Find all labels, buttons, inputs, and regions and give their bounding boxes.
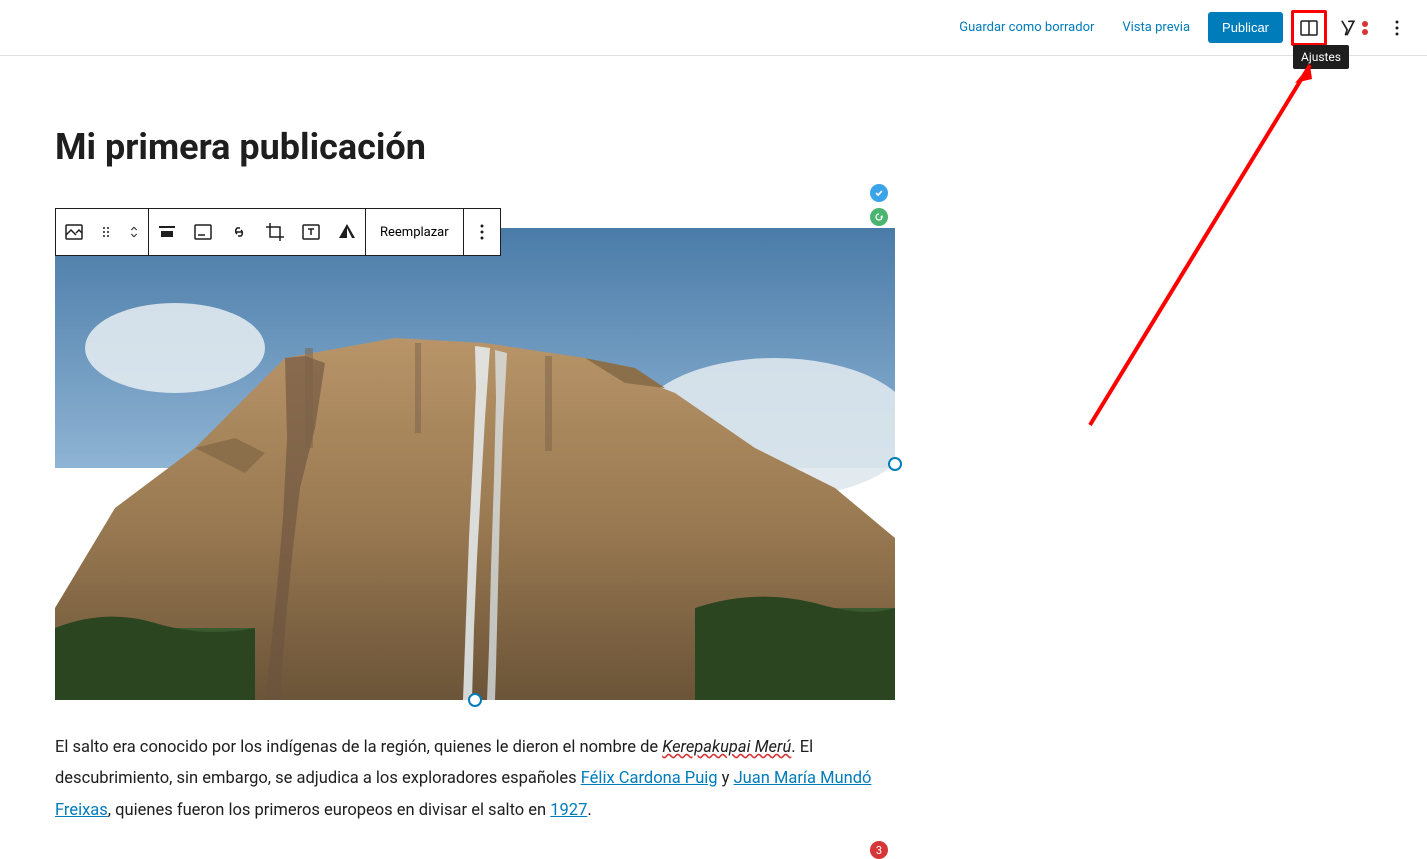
- waterfall-image: [55, 228, 895, 700]
- duotone-button[interactable]: [329, 209, 365, 255]
- text-overlay-icon: [299, 220, 323, 244]
- resize-handle-bottom[interactable]: [468, 693, 482, 707]
- yoast-icon: [1338, 18, 1358, 38]
- text-overlay-button[interactable]: [293, 209, 329, 255]
- link-button[interactable]: [221, 209, 257, 255]
- more-options-button[interactable]: [1379, 10, 1415, 46]
- image-block-toolbar: Reemplazar: [55, 208, 501, 256]
- publish-button[interactable]: Publicar: [1208, 12, 1283, 43]
- yoast-button[interactable]: [1335, 10, 1371, 46]
- resize-handle-right[interactable]: [888, 457, 902, 471]
- text-segment: y: [718, 769, 734, 788]
- text-segment: El salto era conocido por los indígenas …: [55, 738, 662, 757]
- image-block[interactable]: [55, 228, 895, 700]
- crop-button[interactable]: [257, 209, 293, 255]
- crop-icon: [263, 220, 287, 244]
- more-vertical-icon: [470, 220, 494, 244]
- drag-handle[interactable]: [92, 209, 120, 255]
- sidebar-panel-icon: [1297, 16, 1321, 40]
- check-badge[interactable]: [870, 184, 888, 202]
- editor-content: Mi primera publicación: [0, 56, 1427, 826]
- settings-button[interactable]: [1291, 10, 1327, 46]
- align-icon: [155, 220, 179, 244]
- post-title[interactable]: Mi primera publicación: [55, 126, 1427, 168]
- caption-button[interactable]: [185, 209, 221, 255]
- chevron-up-down-icon: [126, 222, 142, 242]
- error-count-badge[interactable]: 3: [870, 841, 888, 859]
- replace-button[interactable]: Reemplazar: [366, 209, 463, 255]
- preview-link[interactable]: Vista previa: [1112, 14, 1200, 41]
- align-button[interactable]: [149, 209, 185, 255]
- spellcheck-term: Kerepakupai Merú: [662, 738, 791, 757]
- caption-icon: [191, 220, 215, 244]
- status-badges: [870, 184, 888, 226]
- more-vertical-icon: [1385, 16, 1409, 40]
- check-icon: [874, 188, 884, 198]
- duotone-icon: [335, 220, 359, 244]
- text-segment: , quienes fueron los primeros europeos e…: [108, 801, 550, 820]
- yoast-indicators: [1362, 21, 1368, 35]
- block-more-button[interactable]: [464, 209, 500, 255]
- image-icon: [62, 220, 86, 244]
- grammarly-icon: [873, 211, 885, 223]
- link-icon: [227, 220, 251, 244]
- move-buttons[interactable]: [120, 209, 148, 255]
- link-year[interactable]: 1927: [550, 801, 587, 820]
- editor-top-bar: Guardar como borrador Vista previa Publi…: [0, 0, 1427, 56]
- save-draft-link[interactable]: Guardar como borrador: [949, 14, 1104, 41]
- block-type-button[interactable]: [56, 209, 92, 255]
- image-block-wrapper: [55, 228, 895, 700]
- drag-icon: [98, 224, 114, 240]
- grammarly-badge[interactable]: [870, 208, 888, 226]
- link-felix[interactable]: Félix Cardona Puig: [581, 769, 718, 788]
- text-segment: .: [587, 801, 591, 820]
- paragraph-block[interactable]: El salto era conocido por los indígenas …: [55, 732, 895, 826]
